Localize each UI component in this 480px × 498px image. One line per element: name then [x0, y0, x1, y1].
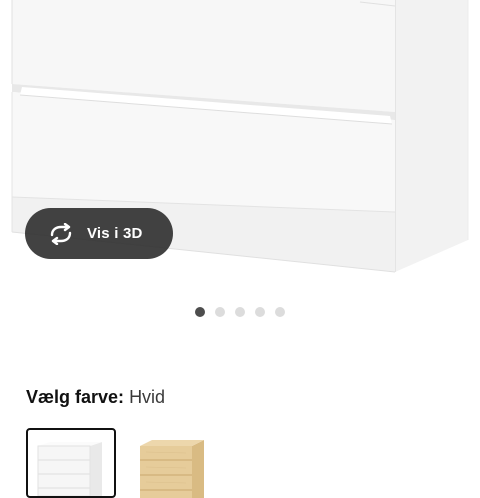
- swatch-white[interactable]: [26, 428, 116, 498]
- product-image[interactable]: Vis i 3D: [0, 0, 480, 300]
- carousel-dots: [0, 307, 480, 319]
- color-label-key: Vælg farve:: [26, 387, 125, 407]
- carousel-dot-3[interactable]: [235, 307, 245, 317]
- selected-color-value: Hvid: [129, 387, 166, 407]
- rotate-3d-icon: [47, 222, 75, 245]
- color-swatches: [26, 428, 222, 498]
- view-in-3d-button[interactable]: Vis i 3D: [25, 208, 173, 259]
- carousel-dot-1[interactable]: [195, 307, 205, 317]
- swatch-oak-veneer[interactable]: [132, 428, 222, 498]
- color-selector-label: Vælg farve: Hvid: [26, 386, 165, 408]
- carousel-dot-2[interactable]: [215, 307, 225, 317]
- white-dresser-thumbnail: [37, 442, 102, 496]
- view-in-3d-label: Vis i 3D: [87, 225, 143, 242]
- carousel-dot-4[interactable]: [255, 307, 265, 317]
- oak-dresser-thumbnail: [140, 440, 204, 498]
- carousel-dot-5[interactable]: [275, 307, 285, 317]
